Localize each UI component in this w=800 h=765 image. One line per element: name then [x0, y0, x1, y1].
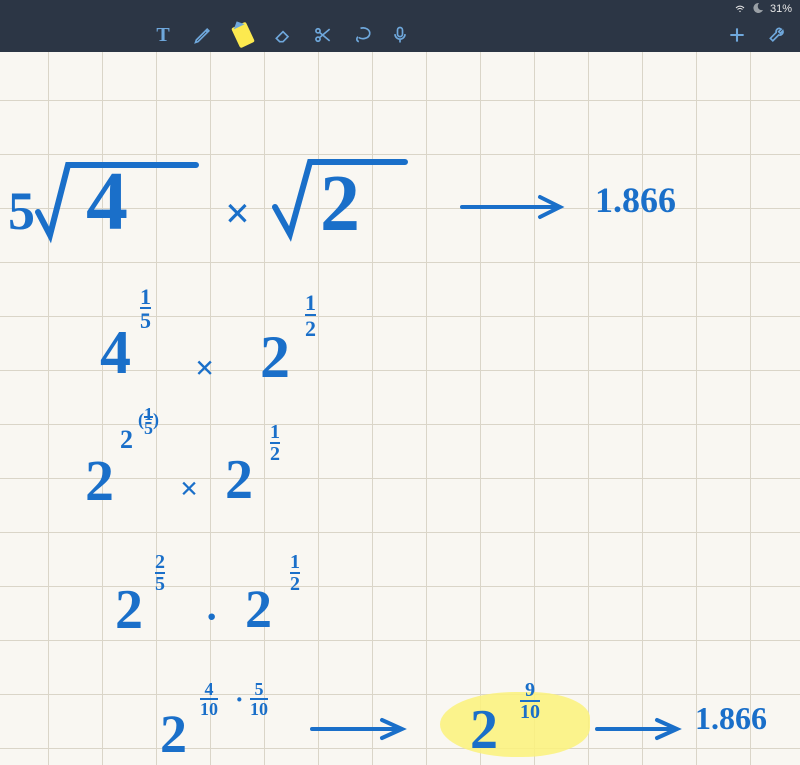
svg-text:2: 2 — [320, 160, 360, 248]
handwriting: 1.866 — [695, 702, 767, 734]
handwriting: 2 — [115, 582, 143, 638]
handwriting: × — [180, 472, 198, 504]
note-canvas[interactable]: 5 4 × 2 1.866 4 15 × 2 12 2 2 (15) × 2 1… — [0, 52, 800, 765]
microphone-button[interactable] — [389, 24, 411, 46]
handwriting: 5 4 — [8, 157, 198, 258]
handwriting: 2 — [260, 327, 290, 387]
handwriting: 2 — [160, 707, 187, 761]
handwriting: (15) — [138, 407, 159, 436]
handwriting: 2 — [225, 452, 253, 508]
handwriting: 12 — [305, 292, 316, 340]
arrow-icon — [595, 717, 685, 745]
handwriting: 910 — [520, 680, 540, 722]
handwriting: 2 — [245, 582, 272, 636]
handwriting: 4 — [100, 322, 131, 384]
eraser-tool-button[interactable] — [272, 24, 294, 46]
handwriting: 2 — [470, 702, 498, 758]
status-bar: 31% — [0, 0, 800, 18]
add-button[interactable] — [726, 24, 748, 46]
svg-text:5: 5 — [8, 181, 35, 241]
handwriting: 2 — [85, 452, 114, 510]
handwriting: · — [235, 687, 244, 713]
svg-text:4: 4 — [86, 155, 128, 248]
battery-text: 31% — [770, 3, 792, 15]
handwriting: 15 — [140, 287, 151, 331]
handwriting: × — [195, 352, 214, 386]
handwriting: × — [225, 192, 250, 236]
handwriting: 2 — [120, 427, 133, 453]
lasso-tool-button[interactable] — [352, 24, 374, 46]
highlighter-tool-button[interactable] — [232, 24, 254, 46]
handwriting: 410 — [200, 680, 218, 718]
highlight — [440, 692, 590, 757]
dnd-moon-icon — [752, 2, 764, 17]
arrow-icon — [310, 717, 410, 745]
handwriting: · — [205, 597, 218, 637]
wifi-icon — [734, 2, 746, 17]
settings-wrench-button[interactable] — [766, 24, 788, 46]
pen-tool-button[interactable] — [192, 24, 214, 46]
handwriting: 2 — [275, 152, 415, 251]
handwriting: 12 — [290, 552, 300, 594]
toolbar: T — [0, 18, 800, 52]
handwriting: 12 — [270, 422, 280, 464]
scissors-tool-button[interactable] — [312, 24, 334, 46]
arrow-icon — [460, 192, 570, 226]
handwriting: 25 — [155, 552, 165, 594]
handwriting: 510 — [250, 680, 268, 718]
handwriting: 1.866 — [595, 182, 676, 218]
text-tool-button[interactable]: T — [152, 24, 174, 46]
